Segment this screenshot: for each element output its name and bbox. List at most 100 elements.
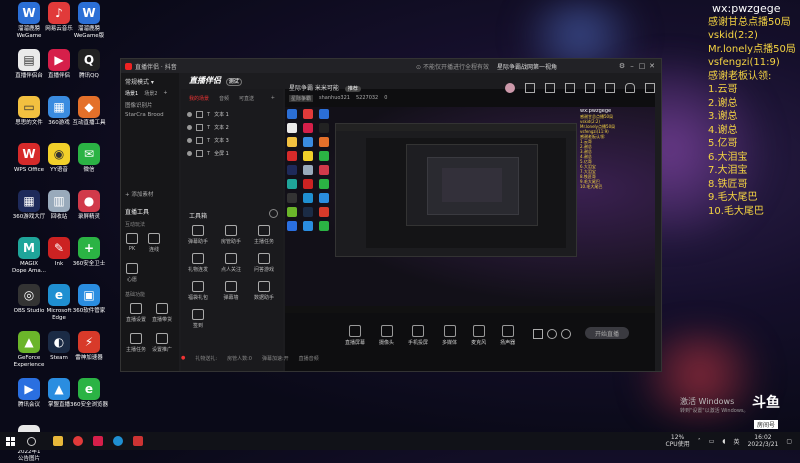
- taskbar-folder-icon[interactable]: [53, 436, 63, 446]
- desktop-icon[interactable]: ♪ 网易云音乐: [42, 2, 76, 33]
- settings-icon[interactable]: ⚙: [617, 62, 627, 70]
- message-icon[interactable]: [605, 83, 615, 93]
- desktop-icon[interactable]: ▦ 360游戏: [42, 96, 76, 127]
- tool-button[interactable]: 点人关注: [218, 253, 244, 273]
- desktop-icon[interactable]: W 溜溜鹿膀 WeGame版: [72, 2, 106, 40]
- desktop-icon[interactable]: ◉ YY语音: [42, 143, 76, 174]
- eye-icon[interactable]: [187, 112, 192, 117]
- desktop-icon[interactable]: e 360安全浏览器: [70, 378, 108, 409]
- desktop-icon[interactable]: ▭ 思思的文件: [12, 96, 46, 127]
- tab-scene-2[interactable]: 场景2: [144, 90, 157, 97]
- cpu-usage[interactable]: 12% CPU使用: [666, 434, 690, 448]
- link-button[interactable]: 连线: [147, 233, 161, 253]
- lock-icon[interactable]: [196, 137, 203, 144]
- desktop-icon[interactable]: ▤ 直播伴侣台: [12, 49, 46, 80]
- start-live-button[interactable]: 开始直播: [585, 327, 629, 339]
- eye-icon[interactable]: [187, 138, 192, 143]
- desktop-icon[interactable]: e Microsoft Edge: [42, 284, 76, 322]
- desktop-icon[interactable]: ▣ 360软件管家: [72, 284, 106, 315]
- taskbar-app-icon[interactable]: [133, 436, 143, 446]
- add-material-button[interactable]: + 添加素材: [125, 190, 153, 198]
- desktop-icon[interactable]: M MAGIX Dope Ama...: [12, 237, 46, 275]
- avatar[interactable]: [505, 83, 515, 93]
- desktop-icon[interactable]: ▶ 直播伴侣: [42, 49, 76, 80]
- minimize-icon[interactable]: –: [627, 62, 637, 70]
- tool-button[interactable]: 房管助手: [218, 225, 244, 245]
- shop-icon[interactable]: [585, 83, 595, 93]
- taskbar-search-icon[interactable]: [27, 436, 36, 446]
- desktop-icon[interactable]: +360安全卫士: [72, 237, 106, 268]
- toolbar-button[interactable]: 多媒体: [442, 325, 457, 346]
- live-settings-button[interactable]: 直播设置: [123, 303, 149, 323]
- tool-button[interactable]: 福袋礼包: [185, 281, 211, 301]
- toolbar-button[interactable]: 直播屏幕: [345, 325, 365, 346]
- desktop-icon[interactable]: ◎ OBS Studio: [12, 284, 46, 315]
- screen-icon[interactable]: [565, 83, 575, 93]
- desktop-icon[interactable]: ◐ Steam: [42, 331, 76, 362]
- desktop-icon[interactable]: W 溜溜鹿膀 WeGame: [12, 2, 46, 40]
- desktop-icon[interactable]: ⚡ 雷神加速器: [72, 331, 106, 362]
- desktop-icon[interactable]: Q 腾讯QQ: [72, 49, 106, 80]
- tool-button[interactable]: 签到: [185, 309, 211, 329]
- taskbar-edge-icon[interactable]: [113, 436, 123, 446]
- volume-icon[interactable]: ◖: [722, 438, 725, 445]
- tray-arrow-icon[interactable]: ˄: [698, 438, 701, 445]
- tool-button[interactable]: 主播任务: [251, 225, 277, 245]
- clock[interactable]: 16:02 2022/3/21: [748, 434, 779, 448]
- eye-icon[interactable]: [547, 329, 557, 339]
- tool-button[interactable]: 问答游戏: [251, 253, 277, 273]
- host-task-button[interactable]: 主播任务: [123, 333, 149, 353]
- close-icon[interactable]: ✕: [647, 62, 657, 70]
- input-language[interactable]: 英: [734, 437, 740, 446]
- share-icon[interactable]: [545, 83, 555, 93]
- eye-icon[interactable]: [187, 151, 192, 156]
- desktop-icon[interactable]: ▶ 腾讯会议: [12, 378, 46, 409]
- maximize-icon[interactable]: □: [637, 62, 647, 70]
- tab-audio[interactable]: 音频: [219, 95, 229, 102]
- bell-icon[interactable]: [625, 83, 635, 93]
- toolbar-button[interactable]: 手机投屏: [408, 325, 428, 346]
- tool-button[interactable]: 弹幕墙: [218, 281, 244, 301]
- lock-icon[interactable]: [196, 150, 203, 157]
- promo-button[interactable]: 设置推广: [149, 333, 175, 353]
- source-item[interactable]: T 全屏 1: [181, 147, 283, 160]
- network-icon[interactable]: ▭: [709, 438, 715, 445]
- toolbar-button[interactable]: 麦克风: [471, 325, 486, 346]
- scene-item[interactable]: 图像识别片: [121, 97, 179, 109]
- menu-icon[interactable]: [645, 83, 655, 93]
- source-item[interactable]: T 文本 1: [181, 108, 283, 121]
- lock-icon[interactable]: [196, 111, 203, 118]
- lock-icon[interactable]: [196, 124, 203, 131]
- desktop-icon[interactable]: W WPS Office: [12, 143, 46, 174]
- desktop-icon[interactable]: ◆ 互动直播工具: [72, 96, 106, 127]
- source-item[interactable]: T 文本 3: [181, 134, 283, 147]
- taskbar-live-icon[interactable]: [93, 436, 103, 446]
- scene-item[interactable]: StarCra Brood: [121, 109, 179, 118]
- add-scene-icon[interactable]: +: [163, 90, 167, 97]
- start-button-icon[interactable]: [6, 436, 15, 446]
- tab-scene-1[interactable]: 场景1: [125, 90, 138, 97]
- tool-button[interactable]: 礼物连发: [185, 253, 211, 273]
- desktop-icon[interactable]: ▥ 回收站: [42, 190, 76, 221]
- desktop-icon[interactable]: ✎ Ink: [42, 237, 76, 268]
- tab-my-scene[interactable]: 我的场景: [189, 95, 209, 102]
- wish-button[interactable]: 心愿: [125, 263, 139, 283]
- eye-icon[interactable]: [187, 125, 192, 130]
- desktop-icon[interactable]: ● 录屏精灵: [72, 190, 106, 221]
- tools-more-icon[interactable]: [269, 209, 278, 218]
- mode-selector[interactable]: 常规模式 ▾: [121, 73, 179, 90]
- toolbar-button[interactable]: 扬声器: [500, 325, 515, 346]
- gear-icon[interactable]: [561, 329, 571, 339]
- desktop-icon[interactable]: ▦ 360游戏大厅: [12, 190, 46, 221]
- desktop-icon[interactable]: ▲ GeForce Experience: [12, 331, 46, 369]
- tool-button[interactable]: 弹幕助手: [185, 225, 211, 245]
- source-item[interactable]: T 文本 2: [181, 121, 283, 134]
- live-shop-button[interactable]: 直播带货: [149, 303, 175, 323]
- gift-icon[interactable]: [525, 83, 535, 93]
- pk-button[interactable]: PK: [125, 233, 139, 253]
- tool-button[interactable]: 数据助手: [251, 281, 277, 301]
- taskbar-netease-icon[interactable]: [73, 436, 83, 446]
- desktop-icon[interactable]: ✉ 微信: [72, 143, 106, 174]
- toolbar-button[interactable]: 摄像头: [379, 325, 394, 346]
- notification-icon[interactable]: ▢: [786, 438, 792, 445]
